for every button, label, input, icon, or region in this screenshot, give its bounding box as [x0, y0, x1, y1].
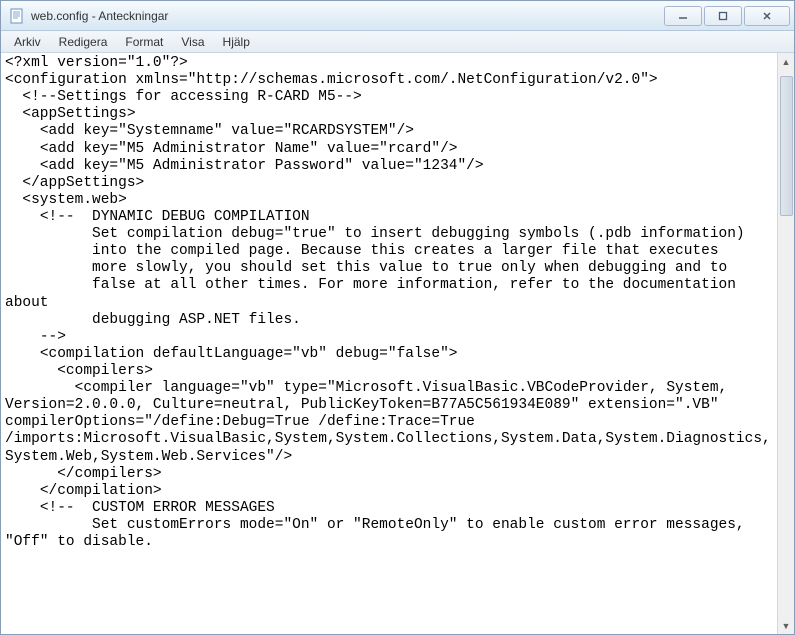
menu-hjalp[interactable]: Hjälp — [216, 33, 257, 51]
close-button[interactable] — [744, 6, 790, 26]
menubar: Arkiv Redigera Format Visa Hjälp — [1, 31, 794, 53]
window-controls — [664, 6, 790, 26]
vertical-scrollbar[interactable]: ▲ ▼ — [777, 53, 794, 634]
scroll-down-icon[interactable]: ▼ — [778, 617, 795, 634]
text-content[interactable]: <?xml version="1.0"?> <configuration xml… — [1, 53, 777, 634]
notepad-window: web.config - Anteckningar Arkiv Redigera… — [0, 0, 795, 635]
scroll-thumb[interactable] — [780, 76, 793, 216]
titlebar[interactable]: web.config - Anteckningar — [1, 1, 794, 31]
scroll-up-icon[interactable]: ▲ — [778, 53, 795, 70]
menu-format[interactable]: Format — [118, 33, 170, 51]
menu-arkiv[interactable]: Arkiv — [7, 33, 48, 51]
window-title: web.config - Anteckningar — [31, 9, 664, 23]
scroll-track[interactable] — [778, 70, 795, 617]
app-icon — [9, 8, 25, 24]
menu-redigera[interactable]: Redigera — [52, 33, 115, 51]
maximize-button[interactable] — [704, 6, 742, 26]
minimize-button[interactable] — [664, 6, 702, 26]
editor-area: <?xml version="1.0"?> <configuration xml… — [1, 53, 794, 634]
menu-visa[interactable]: Visa — [174, 33, 211, 51]
